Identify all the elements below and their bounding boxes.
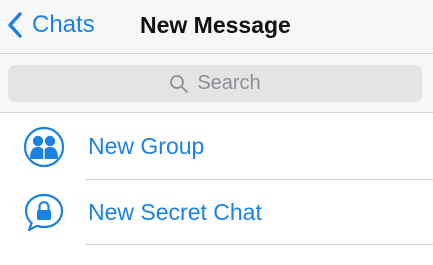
chevron-left-icon [8,12,22,38]
new-message-screen: Chats New Message Search New Group New S… [0,0,433,265]
back-button[interactable]: Chats [6,8,95,42]
back-button-label: Chats [32,11,95,38]
navigation-bar: Chats New Message [0,0,433,54]
page-title: New Message [140,12,291,38]
row-divider [86,244,433,245]
new-secret-chat-label: New Secret Chat [88,199,262,225]
group-icon [23,126,65,168]
list-item-new-secret-chat[interactable]: New Secret Chat [0,180,433,245]
search-placeholder: Search [197,72,261,94]
search-input[interactable]: Search [8,65,422,102]
list-item-new-group[interactable]: New Group [0,114,433,179]
search-icon [170,74,189,93]
search-bar: Search [0,55,433,113]
new-group-label: New Group [88,133,205,159]
secret-chat-lock-icon [24,193,64,232]
